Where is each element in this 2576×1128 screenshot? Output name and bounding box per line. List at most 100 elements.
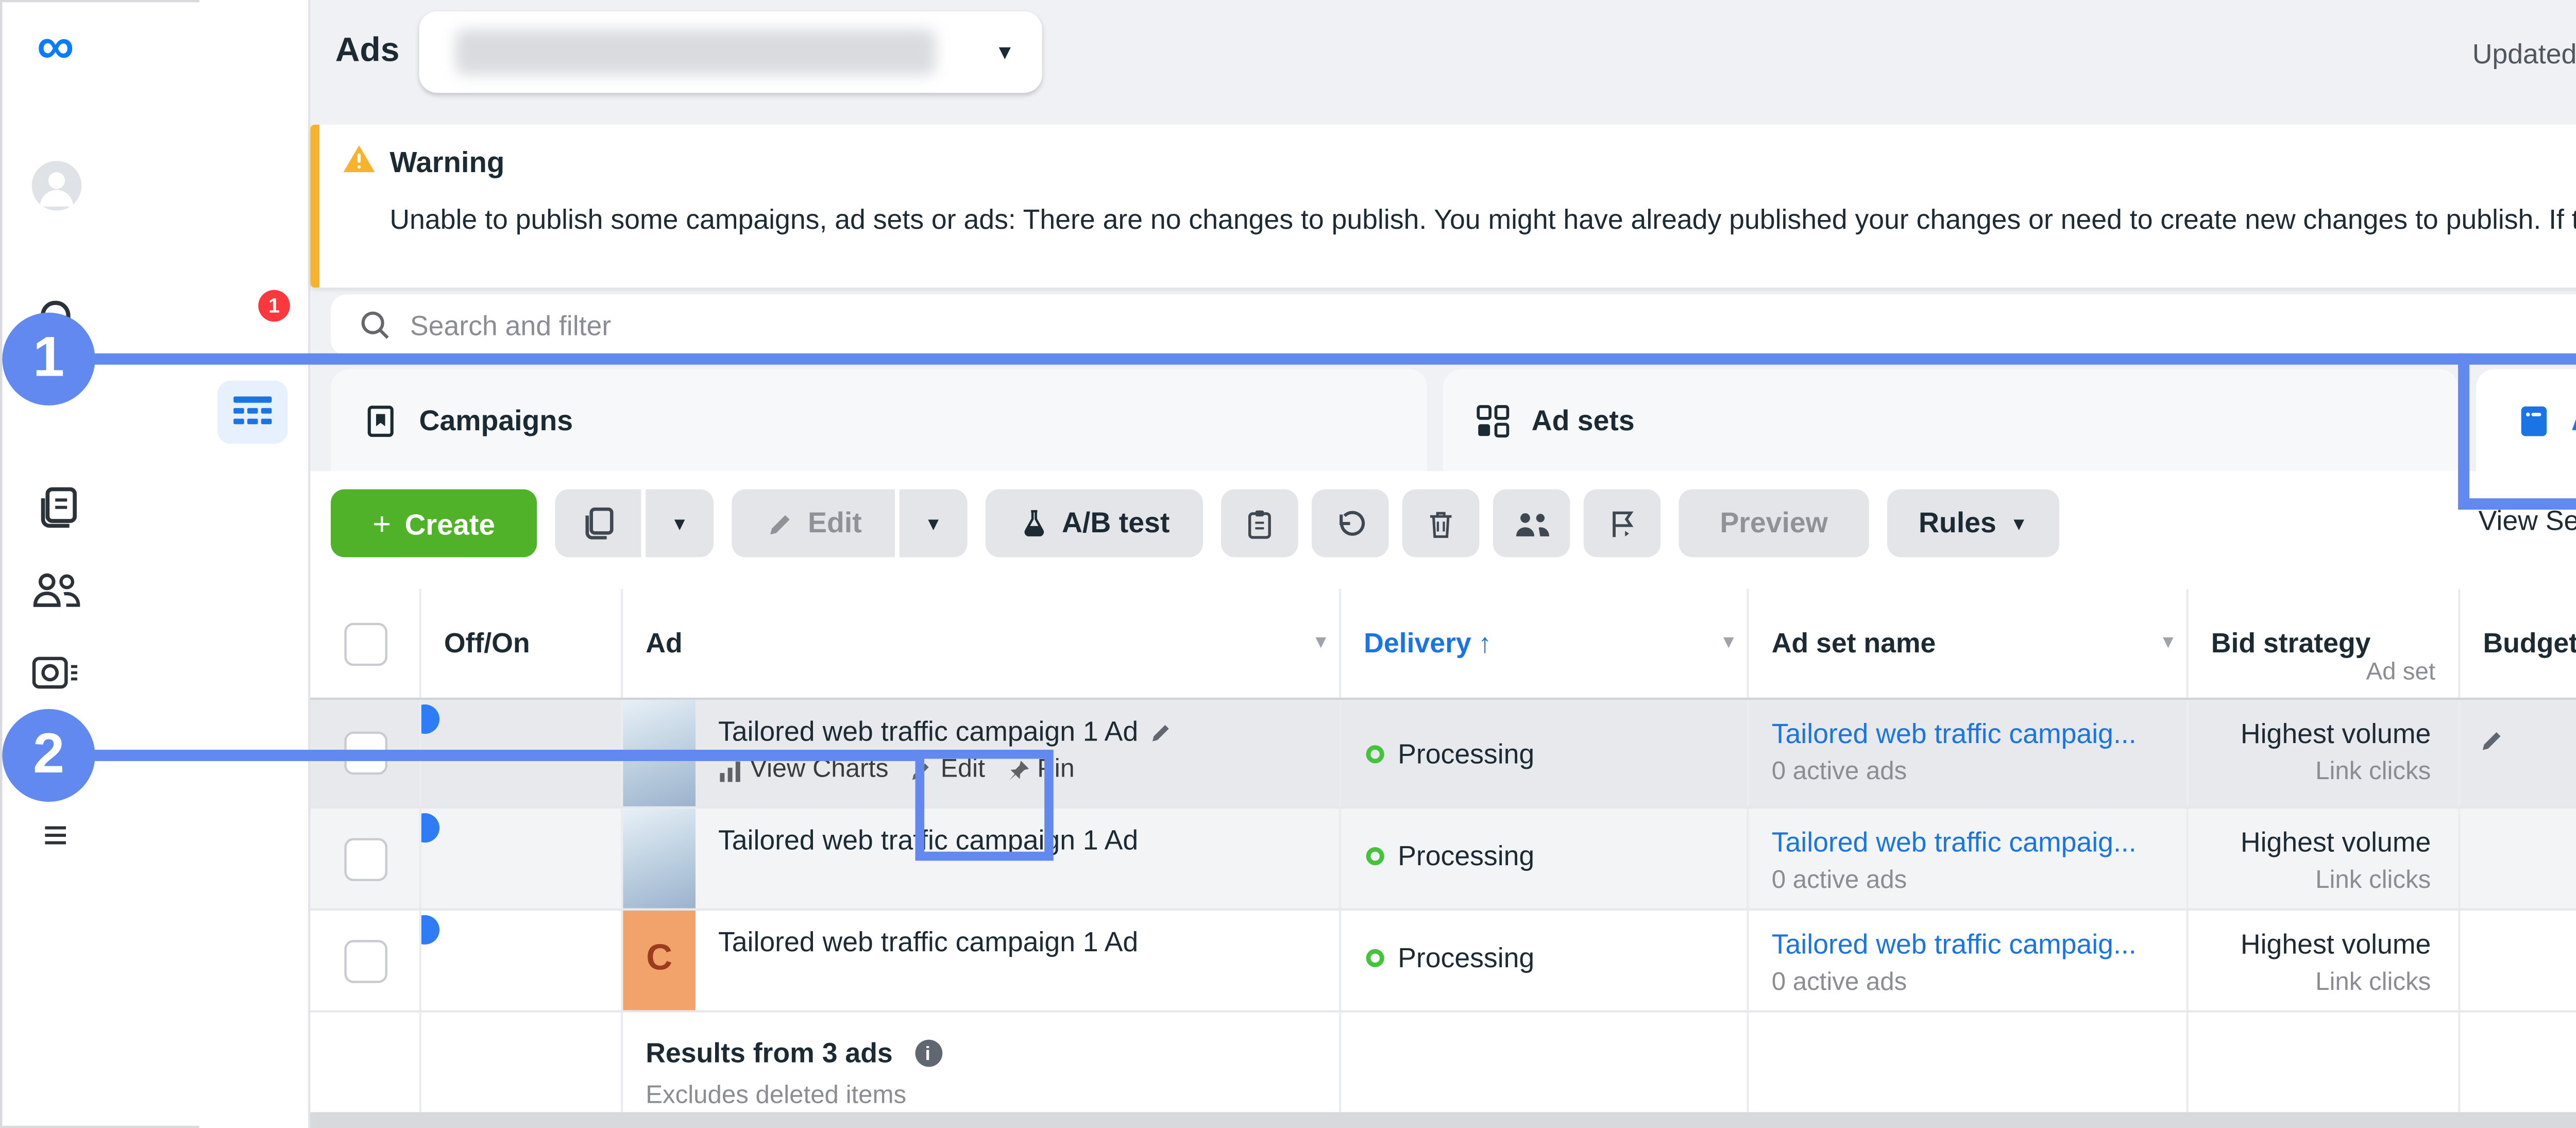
chevron-down-icon: ▼ [995, 41, 1015, 63]
meta-logo-icon[interactable]: ∞ [0, 23, 111, 68]
warning-title: Warning [389, 145, 504, 179]
duplicate-button[interactable] [555, 489, 641, 557]
rules-button[interactable]: Rules ▼ [1887, 489, 2059, 557]
row-bid-cell: Highest volume Link clicks [2189, 809, 2461, 908]
paste-button[interactable] [1221, 489, 1298, 557]
status-dot-icon [1366, 745, 1384, 763]
row-checkbox[interactable] [343, 837, 386, 880]
sidebar-item-audiences[interactable] [0, 571, 111, 610]
sort-caret-icon: ▼ [1720, 632, 1738, 652]
table-row[interactable]: C Tailored web traffic campaign 1 Ad Pro… [310, 911, 2576, 1013]
edit-budget-icon[interactable] [2479, 727, 2506, 754]
header-delivery[interactable]: Delivery ↑ ▼ [1341, 589, 1749, 698]
ad-set-link[interactable]: Tailored web traffic campaig... [1772, 718, 2187, 750]
pencil-icon[interactable] [1149, 719, 1174, 744]
row-onoff-cell [421, 809, 623, 908]
bar-chart-icon [718, 757, 743, 782]
tab-ad-sets[interactable]: Ad sets [1443, 369, 2458, 471]
hamburger-menu-icon: ≡ [43, 815, 68, 861]
annotation-step-2: 2 [2, 709, 95, 802]
sort-caret-icon: ▼ [2159, 632, 2177, 652]
flask-icon [1019, 508, 1048, 540]
campaigns-folder-icon [363, 402, 399, 438]
header-bid-strategy[interactable]: Bid strategy Ad set [2189, 589, 2461, 698]
trash-icon [1425, 506, 1457, 540]
pencil-icon [765, 509, 794, 538]
row-budget-cell: £10.00 Daily [2460, 700, 2576, 806]
annotation-step-1: 1 [2, 313, 95, 406]
ads-table: Off/On Ad ▼ Delivery ↑ ▼ Ad set name ▼ B… [310, 589, 2576, 1121]
sort-up-icon: ↑ [1478, 628, 1492, 660]
last-updated-text: Updated today at 21:29 [2333, 39, 2576, 71]
row-delivery-cell: Processing [1341, 700, 1749, 806]
header-onoff[interactable]: Off/On [421, 589, 623, 698]
search-placeholder: Search and filter [410, 309, 611, 341]
sort-caret-icon: ▼ [1312, 632, 1330, 652]
horizontal-scrollbar[interactable] [310, 1112, 2576, 1128]
sidebar-item-ads-manager-active[interactable] [217, 380, 287, 444]
header-ad[interactable]: Ad ▼ [623, 589, 1341, 698]
delete-button[interactable] [1402, 489, 1480, 557]
row-checkbox[interactable] [343, 939, 386, 982]
create-button[interactable]: + Create [331, 489, 537, 557]
account-avatar[interactable] [0, 161, 111, 211]
clipboard-icon [1244, 506, 1276, 540]
row-adset-cell: Tailored web traffic campaig... 0 active… [1749, 700, 2189, 806]
row-adset-cell: Tailored web traffic campaig... 0 active… [1749, 911, 2189, 1010]
undo-button[interactable] [1312, 489, 1389, 557]
ab-test-button[interactable]: A/B test [986, 489, 1203, 557]
flag-button[interactable] [1584, 489, 1661, 557]
sidebar-item-pages[interactable] [0, 485, 111, 530]
table-grid-icon [233, 395, 272, 429]
table-header-row: Off/On Ad ▼ Delivery ↑ ▼ Ad set name ▼ B… [310, 589, 2576, 700]
speaker-box-icon [32, 654, 79, 691]
notification-badge: 1 [258, 290, 290, 322]
ad-thumbnail[interactable] [623, 809, 696, 908]
account-selector[interactable]: ▼ [419, 11, 1042, 93]
ad-thumbnail[interactable]: C [623, 911, 696, 1010]
chevron-down-icon: ▼ [924, 513, 942, 534]
annotation-line-1 [91, 353, 2465, 365]
preview-button[interactable]: Preview [1679, 489, 1869, 557]
sidebar-item-more-menu[interactable]: ≡ [0, 815, 111, 861]
search-input[interactable]: Search and filter [331, 294, 2576, 356]
annotation-box-ads-tab [2458, 353, 2576, 510]
account-name-redacted [455, 29, 936, 75]
table-footer-row: Results from 3 ads i Excludes deleted it… [310, 1013, 2576, 1121]
footer-title: Results from 3 ads [646, 1037, 893, 1069]
header-budget[interactable]: Budget Ad set [2460, 589, 2576, 698]
warning-banner: Warning Unable to publish some campaigns… [310, 125, 2576, 288]
sidebar-item-ads-reporting[interactable] [0, 654, 111, 691]
toggle-knob [421, 914, 439, 944]
assign-people-button[interactable] [1493, 489, 1570, 557]
row-delivery-cell: Processing [1341, 809, 1749, 908]
table-row[interactable]: Tailored web traffic campaign 1 Ad Proce… [310, 809, 2576, 911]
header-ad-set-name[interactable]: Ad set name ▼ [1749, 589, 2189, 698]
toggle-knob [421, 812, 439, 841]
ad-set-link[interactable]: Tailored web traffic campaig... [1772, 929, 2187, 961]
warning-message: Unable to publish some campaigns, ad set… [389, 204, 2576, 236]
tab-campaigns[interactable]: Campaigns [331, 369, 1427, 471]
row-budget-cell: £10.00 Daily [2460, 911, 2576, 1010]
ad-name-link[interactable]: Tailored web traffic campaign 1 Ad [718, 927, 1138, 958]
duplicate-dropdown-button[interactable]: ▼ [646, 489, 714, 557]
status-dot-icon [1366, 949, 1384, 967]
ad-name-link[interactable]: Tailored web traffic campaign 1 Ad [718, 716, 1138, 748]
duplicate-icon [580, 505, 616, 541]
edit-button[interactable]: Edit [732, 489, 895, 557]
edit-dropdown-button[interactable]: ▼ [900, 489, 968, 557]
left-nav-sidebar [199, 0, 310, 1128]
pages-icon [33, 485, 78, 530]
select-all-checkbox[interactable] [343, 622, 386, 665]
info-icon[interactable]: i [914, 1040, 941, 1067]
toggle-knob [421, 703, 439, 733]
chevron-down-icon: ▼ [671, 513, 689, 534]
ad-set-link[interactable]: Tailored web traffic campaig... [1772, 827, 2187, 858]
annotation-line-2 [91, 750, 922, 761]
undo-icon [1333, 506, 1367, 540]
status-dot-icon [1366, 847, 1384, 865]
people-pair-icon [1512, 509, 1551, 538]
footer-summary-cell: Results from 3 ads i Excludes deleted it… [623, 1013, 1341, 1121]
footer-subtitle: Excludes deleted items [646, 1083, 1339, 1110]
row-delivery-cell: Processing [1341, 911, 1749, 1010]
